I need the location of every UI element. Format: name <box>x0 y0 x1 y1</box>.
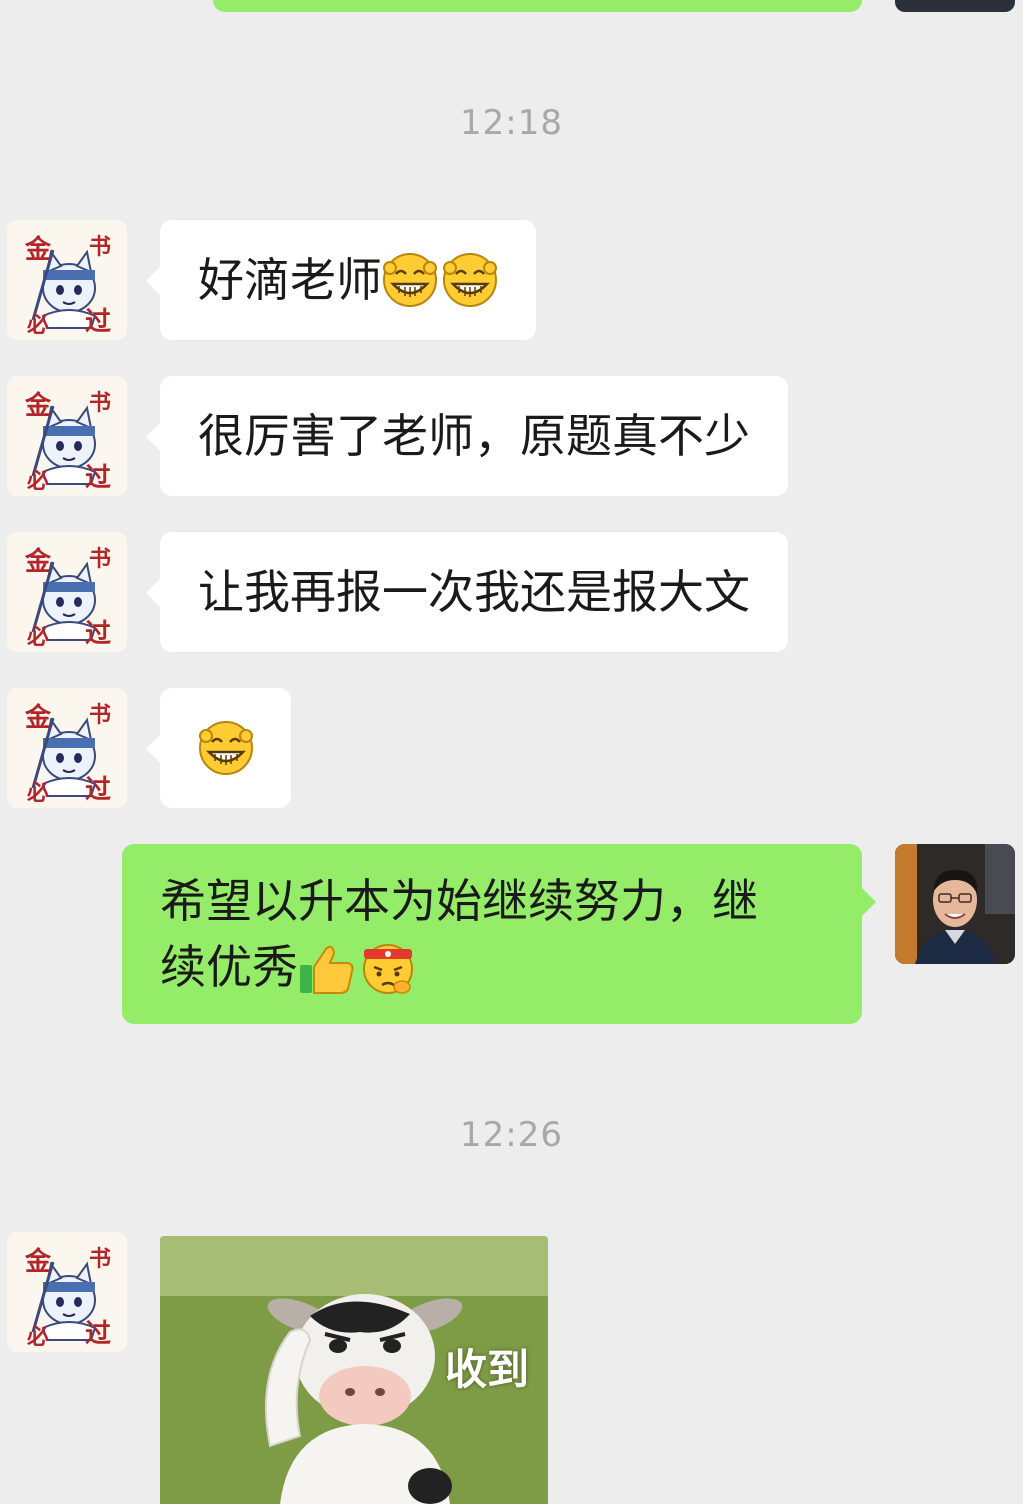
message-text: 好滴老师 <box>198 253 382 307</box>
determined-headband-emoji-icon <box>363 943 413 994</box>
message-text-line: 续优秀 <box>160 940 298 994</box>
timestamp: 12:18 <box>460 103 563 143</box>
cat-logo-icon <box>7 688 127 808</box>
incoming-message-bubble[interactable]: 让我再报一次我还是报大文 <box>146 532 788 652</box>
contact-avatar[interactable] <box>7 688 127 808</box>
contact-avatar[interactable] <box>7 220 127 340</box>
cow-salute-sticker[interactable]: 收到 <box>160 1236 548 1504</box>
contact-avatar[interactable] <box>7 532 127 652</box>
my-avatar-partial[interactable] <box>895 0 1015 12</box>
cat-logo-icon <box>7 1232 127 1352</box>
previous-outgoing-bubble[interactable] <box>213 0 862 12</box>
message-text-line: 希望以升本为始继续努力，继 <box>160 874 758 928</box>
incoming-message-bubble[interactable]: 很厉害了老师，原题真不少 <box>146 376 788 496</box>
grin-emoji-icon <box>442 252 498 307</box>
sticker-caption: 收到 <box>445 1345 530 1394</box>
my-avatar[interactable] <box>895 844 1015 964</box>
incoming-message-bubble[interactable]: 好滴老师 <box>146 220 536 340</box>
outgoing-message-bubble[interactable]: 希望以升本为始继续努力，继 续优秀 <box>122 844 876 1024</box>
timestamp: 12:26 <box>460 1115 563 1155</box>
message-text: 很厉害了老师，原题真不少 <box>198 409 750 463</box>
contact-avatar[interactable] <box>7 1232 127 1352</box>
grin-emoji-icon <box>198 720 254 776</box>
cat-logo-icon <box>7 220 127 340</box>
person-photo-icon <box>895 844 1015 964</box>
message-text: 让我再报一次我还是报大文 <box>198 565 750 619</box>
grin-emoji-icon <box>382 252 438 307</box>
contact-avatar[interactable] <box>7 376 127 496</box>
thumbs-up-emoji-icon <box>300 945 354 994</box>
cat-logo-icon <box>7 532 127 652</box>
cat-logo-icon <box>7 376 127 496</box>
incoming-emoji-bubble[interactable] <box>146 688 291 808</box>
